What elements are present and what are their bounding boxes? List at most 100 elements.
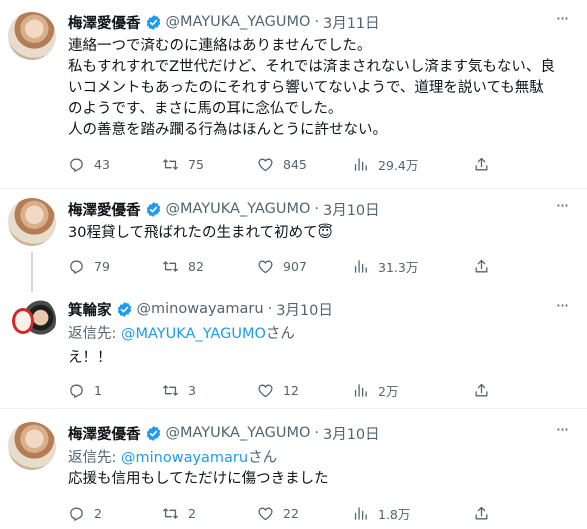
- retweet-icon: [163, 507, 178, 519]
- retweet-count: 75: [188, 156, 204, 172]
- avatar[interactable]: [8, 296, 56, 344]
- retweet-count: 82: [188, 258, 204, 274]
- reply-icon: [70, 260, 83, 274]
- avatar[interactable]: [8, 198, 56, 246]
- display-name[interactable]: 梅澤愛優香: [68, 199, 141, 220]
- views-icon: [354, 383, 367, 397]
- verified-badge-icon: [146, 425, 160, 441]
- user-handle[interactable]: @MAYUKA_YAGUMO: [166, 201, 311, 217]
- retweet-count: 3: [188, 382, 196, 398]
- more-icon[interactable]: ···: [551, 298, 573, 320]
- reply-button[interactable]: 2: [68, 503, 102, 523]
- reply-button[interactable]: 1: [68, 380, 102, 400]
- like-button[interactable]: 907: [257, 256, 307, 276]
- reply-mention-link[interactable]: @minowayamaru: [121, 450, 248, 466]
- heart-icon: [258, 260, 273, 273]
- tweet-text-line: 人の善意を踏み躙る行為はほんとうに許せない。: [68, 122, 387, 138]
- reply-mention-link[interactable]: @MAYUKA_YAGUMO: [121, 326, 266, 342]
- views-button[interactable]: 1.8万: [352, 503, 410, 523]
- avatar[interactable]: [8, 12, 56, 60]
- share-icon: [475, 259, 488, 272]
- retweet-button[interactable]: 75: [162, 154, 204, 174]
- display-name[interactable]: 梅澤愛優香: [68, 12, 141, 33]
- tweet-text: 応援も信用もしてただけに傷つきました: [68, 469, 573, 490]
- like-button[interactable]: 845: [257, 154, 307, 174]
- views-button[interactable]: 29.4万: [352, 154, 418, 174]
- retweet-icon: [163, 384, 178, 396]
- reply-icon: [70, 384, 83, 398]
- like-button[interactable]: 12: [257, 380, 299, 400]
- reply-suffix: さん: [248, 450, 278, 466]
- avatar-emblem: [12, 308, 34, 334]
- retweet-count: 2: [188, 505, 196, 521]
- reply-suffix: さん: [265, 326, 295, 342]
- tweet-date[interactable]: 3月10日: [276, 299, 333, 320]
- like-count: 22: [283, 505, 299, 521]
- display-name[interactable]: 梅澤愛優香: [68, 423, 141, 444]
- reply-context: 返信先: @minowayamaruさん: [68, 446, 277, 467]
- reply-context: 返信先: @MAYUKA_YAGUMOさん: [68, 322, 295, 343]
- tweet-text-line: 30程貸して飛ばれたの生まれて初めて😇: [68, 225, 333, 241]
- tweet[interactable]: 梅澤愛優香 @MAYUKA_YAGUMO · 3月10日 ··· 30程貸して飛…: [0, 189, 587, 286]
- like-count: 845: [283, 156, 307, 172]
- separator-dot: ·: [314, 14, 319, 30]
- reply-prefix: 返信先:: [68, 450, 121, 466]
- share-button[interactable]: [473, 380, 490, 400]
- views-count: 31.3万: [378, 259, 419, 275]
- user-handle[interactable]: @MAYUKA_YAGUMO: [166, 425, 311, 441]
- tweet-text: え！！: [68, 348, 573, 369]
- retweet-button[interactable]: 82: [162, 256, 204, 276]
- views-count: 1.8万: [378, 506, 411, 522]
- verified-badge-icon: [146, 201, 160, 217]
- tweet-text: 連絡一つで済むのに連絡はありませんでした。 私もすれすれでZ世代だけど、それでは…: [68, 36, 573, 141]
- separator-dot: ·: [314, 201, 319, 217]
- share-button[interactable]: [473, 503, 490, 523]
- share-button[interactable]: [473, 256, 490, 276]
- reply-count: 1: [94, 382, 102, 398]
- tweet-text-line: いコメントもあったのにそれすら響いてないようで、道理を説いても無駄: [68, 80, 544, 96]
- like-count: 907: [283, 258, 307, 274]
- retweet-button[interactable]: 3: [162, 380, 196, 400]
- reply-button[interactable]: 43: [68, 154, 110, 174]
- retweet-icon: [163, 158, 178, 170]
- more-icon[interactable]: ···: [551, 422, 573, 444]
- views-button[interactable]: 2万: [352, 380, 398, 400]
- views-button[interactable]: 31.3万: [352, 256, 418, 276]
- tweet[interactable]: 箕輪家 @minowayamaru · 3月10日 ··· 返信先: @MAYU…: [0, 290, 587, 410]
- tweet-text-line: 連絡一つで済むのに連絡はありませんでした。: [68, 38, 372, 54]
- like-count: 12: [283, 382, 299, 398]
- views-icon: [354, 259, 367, 273]
- more-icon[interactable]: ···: [551, 11, 573, 33]
- tweet-header: 梅澤愛優香 @MAYUKA_YAGUMO · 3月11日: [68, 11, 380, 33]
- reply-count: 2: [94, 505, 102, 521]
- share-icon: [475, 383, 488, 396]
- divider: [0, 408, 587, 409]
- tweet-date[interactable]: 3月10日: [323, 199, 380, 220]
- more-icon[interactable]: ···: [551, 198, 573, 220]
- tweet[interactable]: 梅澤愛優香 @MAYUKA_YAGUMO · 3月10日 ··· 返信先: @m…: [0, 412, 587, 529]
- share-icon: [475, 157, 488, 170]
- tweet-actions: 2 2 22 1.8万: [68, 503, 498, 523]
- tweet-text: 30程貸して飛ばれたの生まれて初めて😇: [68, 223, 573, 244]
- heart-icon: [258, 384, 273, 397]
- share-button[interactable]: [473, 154, 490, 174]
- user-handle[interactable]: @MAYUKA_YAGUMO: [166, 14, 311, 30]
- reply-icon: [70, 507, 83, 521]
- heart-icon: [258, 507, 273, 520]
- reply-count: 43: [94, 156, 110, 172]
- tweet-text-line: え！！: [68, 350, 112, 366]
- heart-icon: [258, 158, 273, 171]
- tweet-text-line: 私もすれすれでZ世代だけど、それでは済まされないし済ます気もない、良: [68, 59, 555, 75]
- tweet-date[interactable]: 3月11日: [323, 12, 380, 33]
- tweet-actions: 43 75 845 29.4万: [68, 154, 498, 174]
- display-name[interactable]: 箕輪家: [68, 299, 112, 320]
- tweet[interactable]: 梅澤愛優香 @MAYUKA_YAGUMO · 3月11日 ··· 連絡一つで済む…: [0, 0, 587, 190]
- avatar[interactable]: [8, 422, 56, 470]
- retweet-button[interactable]: 2: [162, 503, 196, 523]
- tweet-date[interactable]: 3月10日: [323, 423, 380, 444]
- user-handle[interactable]: @minowayamaru: [137, 301, 264, 317]
- views-icon: [354, 506, 367, 520]
- reply-button[interactable]: 79: [68, 256, 110, 276]
- views-icon: [354, 157, 367, 171]
- like-button[interactable]: 22: [257, 503, 299, 523]
